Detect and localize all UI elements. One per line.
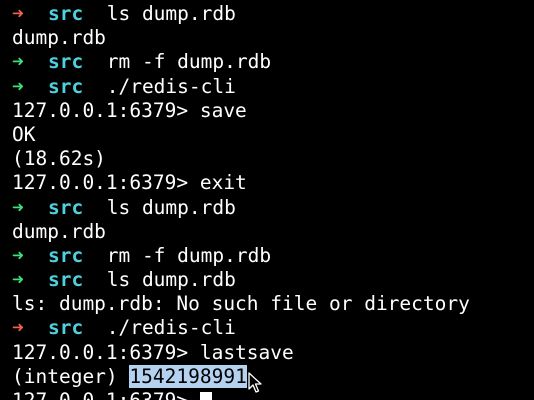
command-text: ./redis-cli (106, 74, 236, 98)
cwd-label: src (48, 268, 84, 292)
terminal-output: ➜ src ls dump.rdb dump.rdb ➜ src rm -f dump.… (12, 2, 534, 400)
cwd-label: src (48, 195, 84, 219)
prompt-line: ➜ src ./redis-cli (12, 75, 534, 99)
prompt-line: ➜ src ls dump.rdb (12, 196, 534, 220)
terminal-window[interactable]: ➜ src ls dump.rdb dump.rdb ➜ src rm -f dump.… (0, 0, 534, 400)
prompt-line: ➜ src ls dump.rdb (12, 2, 534, 26)
text-cursor (199, 392, 212, 400)
output-line: (18.62s) (12, 147, 534, 171)
output-line: 127.0.0.1:6379> save (12, 99, 534, 123)
result-prefix: (integer) (12, 364, 130, 388)
output-line: 127.0.0.1:6379> lastsave (12, 341, 534, 365)
arrow-right-icon: ➜ (12, 74, 24, 98)
output-line: dump.rdb (12, 26, 534, 50)
command-text: rm -f dump.rdb (106, 50, 272, 74)
output-line: 127.0.0.1:6379> exit (12, 171, 534, 195)
cwd-label: src (48, 50, 84, 74)
output-text: 127.0.0.1:6379> exit (12, 171, 247, 195)
redis-prompt: 127.0.0.1:6379> (12, 389, 200, 400)
arrow-right-icon: ➜ (12, 2, 24, 25)
prompt-line: ➜ src ls dump.rdb (12, 268, 534, 292)
output-line: OK (12, 123, 534, 147)
command-text: ls dump.rdb (106, 195, 236, 219)
output-text: (18.62s) (12, 147, 106, 171)
arrow-right-icon: ➜ (12, 243, 24, 267)
prompt-line: ➜ src rm -f dump.rdb (12, 244, 534, 268)
output-line: dump.rdb (12, 220, 534, 244)
selected-timestamp[interactable]: 1542198991 (129, 364, 247, 388)
command-text: ls dump.rdb (106, 268, 236, 292)
cwd-label: src (48, 243, 84, 267)
command-text: rm -f dump.rdb (106, 243, 272, 267)
prompt-line: ➜ src ./redis-cli (12, 316, 534, 340)
input-line[interactable]: 127.0.0.1:6379> (12, 389, 534, 400)
output-line: ls: dump.rdb: No such file or directory (12, 292, 534, 316)
output-text: 127.0.0.1:6379> lastsave (12, 340, 294, 364)
output-text: dump.rdb (12, 26, 106, 50)
cwd-label: src (48, 316, 84, 340)
arrow-right-icon: ➜ (12, 195, 24, 219)
command-text: ls dump.rdb (106, 2, 236, 25)
cwd-label: src (48, 2, 84, 25)
output-text: OK (12, 122, 36, 146)
output-text: ls: dump.rdb: No such file or directory (12, 292, 470, 316)
output-line: (integer) 1542198991 (12, 364, 534, 389)
output-text: dump.rdb (12, 219, 106, 243)
prompt-line: ➜ src rm -f dump.rdb (12, 50, 534, 74)
arrow-right-icon: ➜ (12, 50, 24, 74)
output-text: 127.0.0.1:6379> save (12, 98, 247, 122)
mouse-pointer-icon (248, 372, 262, 393)
cwd-label: src (48, 74, 84, 98)
arrow-right-icon: ➜ (12, 316, 24, 340)
command-text: ./redis-cli (106, 316, 236, 340)
arrow-right-icon: ➜ (12, 268, 24, 292)
